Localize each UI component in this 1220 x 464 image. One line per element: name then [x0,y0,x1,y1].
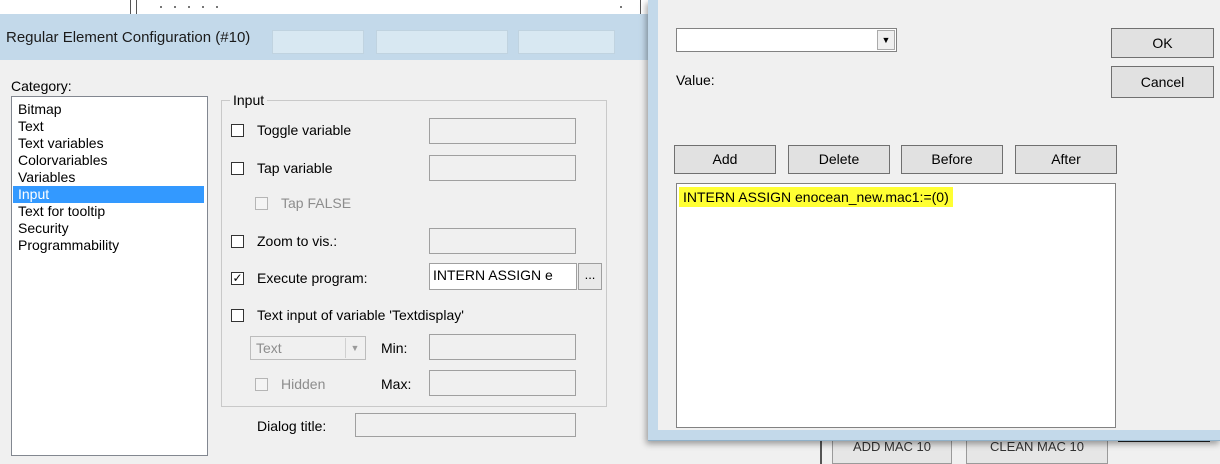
ok-button[interactable]: OK [1111,28,1214,58]
min-label: Min: [381,340,408,356]
ruler-tick [160,6,162,8]
category-label: Category: [11,78,72,94]
dialog-title-field-label: Dialog title: [257,418,327,434]
category-item-text[interactable]: Text [13,118,204,135]
before-button[interactable]: Before [901,145,1003,174]
toggle-variable-checkbox[interactable] [231,124,244,137]
cancel-button[interactable]: Cancel [1111,66,1214,98]
add-button[interactable]: Add [674,145,776,174]
hidden-checkbox[interactable] [255,378,268,391]
category-listbox[interactable]: Bitmap Text Text variables Colorvariable… [11,96,208,456]
toggle-variable-field[interactable] [429,118,576,144]
program-line-highlighted[interactable]: INTERN ASSIGN enocean_new.mac1:=(0) [679,187,953,207]
ruler-tick [174,6,176,8]
text-type-select[interactable]: Text ▼ [250,336,366,360]
zoom-to-vis-label: Zoom to vis.: [257,233,338,249]
ruler-tick [216,6,218,8]
category-item-security[interactable]: Security [13,220,204,237]
background-ruler [0,0,650,15]
category-item-text-variables[interactable]: Text variables [13,135,204,152]
chevron-down-icon: ▼ [877,30,895,50]
clean-mac-label: CLEAN MAC 10 [990,439,1084,454]
program-dialog-frame [648,0,658,440]
text-type-value: Text [256,340,282,356]
ghost-toolbar-button [376,30,508,54]
ghost-toolbar-button [518,30,615,54]
category-item-input[interactable]: Input [13,186,204,203]
tap-variable-checkbox[interactable] [231,162,244,175]
ghost-toolbar-button [272,30,364,54]
execute-program-value: INTERN ASSIGN e [433,267,553,283]
dialog-title: Regular Element Configuration (#10) [6,29,251,46]
text-input-checkbox[interactable] [231,309,244,322]
dialog-title-field[interactable] [355,413,576,437]
ruler-line [640,0,641,14]
max-field[interactable] [429,370,576,396]
tap-variable-field[interactable] [429,155,576,181]
value-label: Value: [676,72,715,88]
zoom-to-vis-field[interactable] [429,228,576,254]
chevron-down-icon: ▼ [345,338,364,358]
execute-program-checkbox[interactable]: ✓ [231,272,244,285]
ruler-line [130,0,131,14]
program-text-area[interactable]: INTERN ASSIGN enocean_new.mac1:=(0) [676,183,1116,428]
tap-variable-label: Tap variable [257,160,333,176]
tap-false-label: Tap FALSE [281,195,352,211]
category-item-bitmap[interactable]: Bitmap [13,101,204,118]
hidden-label: Hidden [281,376,326,392]
execute-program-browse-button[interactable]: ... [578,263,602,290]
category-item-programmability[interactable]: Programmability [13,237,204,254]
ruler-tick [202,6,204,8]
execute-program-label: Execute program: [257,270,368,286]
min-field[interactable] [429,334,576,360]
ruler-tick [188,6,190,8]
category-item-colorvariables[interactable]: Colorvariables [13,152,204,169]
max-label: Max: [381,376,412,392]
delete-button[interactable]: Delete [788,145,890,174]
zoom-to-vis-checkbox[interactable] [231,235,244,248]
toggle-variable-label: Toggle variable [257,122,352,138]
input-group-legend: Input [230,92,268,108]
category-item-text-for-tooltip[interactable]: Text for tooltip [13,203,204,220]
after-button[interactable]: After [1015,145,1117,174]
background-divider [820,440,822,464]
ruler-tick [620,6,622,8]
tap-false-checkbox[interactable] [255,197,268,210]
add-mac-label: ADD MAC 10 [852,439,932,454]
execute-program-field[interactable]: INTERN ASSIGN e [429,263,577,290]
program-combo[interactable]: ▼ [676,28,897,52]
program-dialog-frame-bottom [648,430,1220,440]
text-input-label: Text input of variable 'Textdisplay' [257,307,464,323]
ruler-line [136,0,137,14]
category-item-variables[interactable]: Variables [13,169,204,186]
